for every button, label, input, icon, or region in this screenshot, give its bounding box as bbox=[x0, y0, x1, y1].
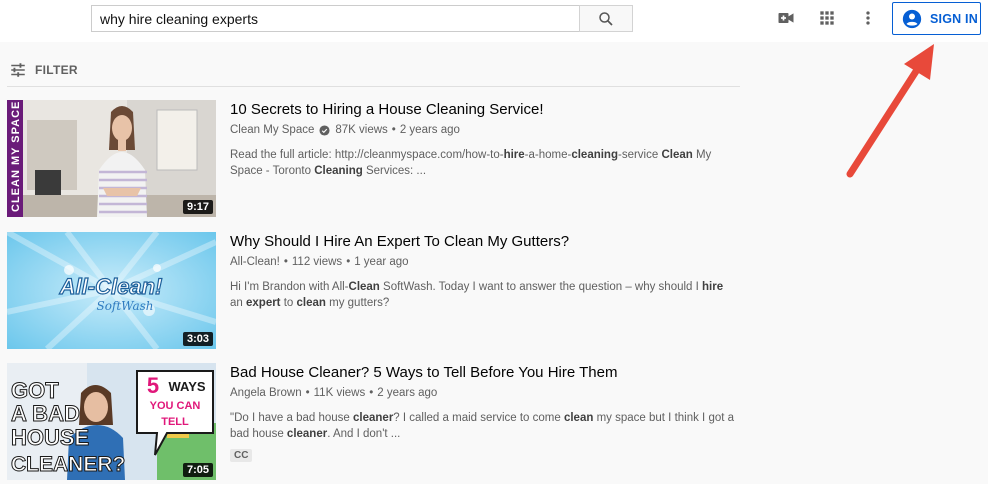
video-result[interactable]: All-Clean! SoftWash 3:03 Why Should I Hi… bbox=[7, 232, 747, 349]
description-text: . And I don't ... bbox=[327, 428, 401, 440]
upload-age: 2 years ago bbox=[399, 124, 460, 136]
verified-icon bbox=[319, 124, 330, 136]
thumbnail-bubble-text: WAYS bbox=[168, 379, 205, 394]
channel-name[interactable]: All-Clean! bbox=[230, 254, 280, 270]
video-camera-icon bbox=[778, 13, 794, 23]
filter-divider bbox=[7, 86, 740, 87]
masthead: SIGN IN bbox=[0, 0, 988, 42]
description-keyword: clean bbox=[296, 297, 326, 309]
video-description: Hi I'm Brandon with All-Clean SoftWash. … bbox=[230, 279, 735, 311]
description-text: ? I called a maid service to come bbox=[393, 412, 564, 424]
description-keyword: Clean bbox=[661, 149, 693, 161]
thumbnail-text-line: A BAD bbox=[11, 401, 80, 426]
description-keyword: cleaner bbox=[286, 428, 328, 440]
video-result[interactable]: CLEAN MY SPACE 9:17 10 Secrets to Hiring… bbox=[7, 100, 747, 217]
thumbnail-bubble-text: YOU CAN bbox=[150, 400, 201, 412]
video-duration: 7:05 bbox=[182, 463, 213, 477]
create-video-button[interactable] bbox=[776, 8, 796, 28]
thumbnail-text-line: HOUSE bbox=[11, 425, 89, 450]
filter-label: FILTER bbox=[35, 63, 78, 77]
description-keyword: hire bbox=[702, 281, 724, 293]
description-text: Services: ... bbox=[362, 165, 427, 177]
video-duration: 3:03 bbox=[182, 332, 213, 346]
view-count: 112 views bbox=[291, 256, 343, 268]
description-text: Hi I'm Brandon with All- bbox=[230, 281, 349, 293]
sign-in-label: SIGN IN bbox=[930, 11, 978, 26]
channel-name[interactable]: Angela Brown bbox=[230, 385, 302, 401]
upload-age: 2 years ago bbox=[377, 387, 438, 399]
description-text: to bbox=[280, 297, 297, 309]
description-keyword: clean bbox=[563, 412, 594, 424]
description-keyword: expert bbox=[246, 297, 281, 309]
view-count: 11K views bbox=[313, 387, 366, 399]
settings-menu-button[interactable] bbox=[858, 8, 878, 28]
video-meta: Clean My Space 87K views • 2 years ago bbox=[230, 122, 460, 138]
description-text: Read the full article: http://cleanmyspa… bbox=[230, 149, 504, 161]
channel-name[interactable]: Clean My Space bbox=[230, 122, 314, 138]
video-title[interactable]: Why Should I Hire An Expert To Clean My … bbox=[230, 232, 735, 252]
filter-button[interactable]: FILTER bbox=[9, 61, 78, 79]
video-duration: 9:17 bbox=[182, 200, 213, 214]
thumbnail-bubble-text: 5 bbox=[147, 373, 159, 398]
description-text: SoftWash. Today I want to answer the que… bbox=[379, 281, 703, 293]
video-meta: Angela Brown • 11K views • 2 years ago bbox=[230, 385, 438, 401]
description-keyword: Clean bbox=[348, 281, 380, 293]
video-description: Read the full article: http://cleanmyspa… bbox=[230, 147, 735, 179]
description-text: my gutters? bbox=[325, 297, 390, 309]
video-thumbnail[interactable]: GOT A BAD HOUSE CLEANER? 5 WAYS YOU CAN … bbox=[7, 363, 216, 480]
video-thumbnail[interactable]: All-Clean! SoftWash 3:03 bbox=[7, 232, 216, 349]
video-title[interactable]: Bad House Cleaner? 5 Ways to Tell Before… bbox=[230, 363, 735, 383]
search-icon bbox=[599, 11, 613, 26]
description-keyword: cleaning bbox=[571, 149, 618, 161]
search-button[interactable] bbox=[579, 5, 633, 32]
upload-age: 1 year ago bbox=[354, 256, 409, 268]
thumbnail-text-line: GOT bbox=[11, 378, 59, 403]
video-meta: All-Clean! • 112 views • 1 year ago bbox=[230, 254, 409, 270]
thumbnail-bubble-text: TELL bbox=[161, 416, 189, 428]
video-title[interactable]: 10 Secrets to Hiring a House Cleaning Se… bbox=[230, 100, 735, 120]
closed-captions-badge: CC bbox=[230, 449, 253, 462]
annotation-arrow-icon bbox=[846, 44, 934, 178]
description-text: -a-home- bbox=[524, 149, 572, 161]
view-count: 87K views bbox=[335, 124, 388, 136]
video-description: "Do I have a bad house cleaner? I called… bbox=[230, 410, 735, 442]
more-vert-icon bbox=[866, 11, 870, 25]
apps-button[interactable] bbox=[817, 8, 837, 28]
description-keyword: Cleaning bbox=[314, 165, 363, 177]
filter-icon bbox=[11, 63, 25, 77]
description-keyword: cleaner bbox=[353, 412, 394, 424]
apps-grid-icon bbox=[820, 11, 834, 25]
description-keyword: hire bbox=[503, 149, 525, 161]
thumbnail-text-line: CLEANER? bbox=[11, 453, 125, 476]
thumbnail-channel-text: CLEAN MY SPACE bbox=[10, 101, 22, 212]
description-text: "Do I have a bad house bbox=[230, 412, 354, 424]
video-thumbnail[interactable]: CLEAN MY SPACE 9:17 bbox=[7, 100, 216, 217]
search-input[interactable] bbox=[91, 5, 579, 32]
thumbnail-brand-subtext: SoftWash bbox=[96, 299, 153, 313]
account-icon bbox=[902, 9, 922, 28]
description-text: -service bbox=[617, 149, 662, 161]
thumbnail-brand-text: All-Clean! bbox=[59, 274, 163, 299]
sign-in-button[interactable]: SIGN IN bbox=[892, 2, 981, 35]
video-result[interactable]: GOT A BAD HOUSE CLEANER? 5 WAYS YOU CAN … bbox=[7, 363, 747, 480]
description-text: an bbox=[230, 297, 246, 309]
